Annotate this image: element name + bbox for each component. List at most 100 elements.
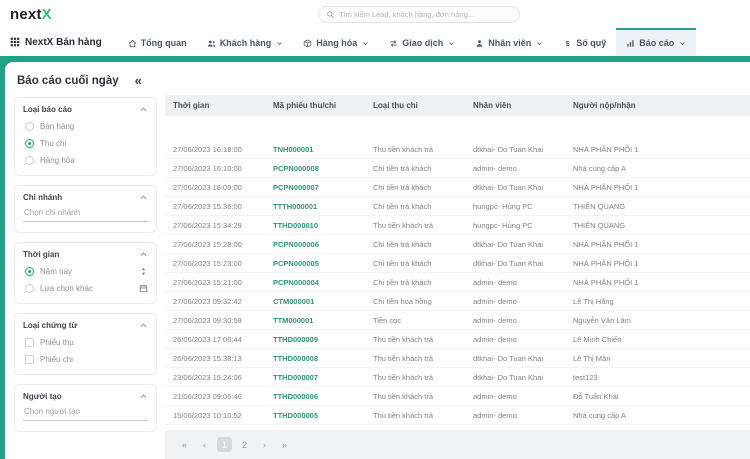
checkbox[interactable] (25, 338, 34, 347)
radio-button[interactable] (25, 122, 34, 131)
app-switcher[interactable]: NextX Bán hàng (10, 28, 102, 56)
table-row[interactable]: 26/06/2023 17:06:44TTHD000009Thu tiền kh… (165, 330, 750, 349)
nav-item-label: Giao dịch (402, 38, 443, 48)
voucher-code-link[interactable]: TTHD000006 (265, 392, 365, 401)
prev-page-button[interactable]: ‹ (197, 437, 212, 452)
radio-button[interactable] (25, 139, 34, 148)
chevron-down-icon (448, 40, 455, 47)
table-row[interactable]: 27/06/2023 09:32:42CTM000001Chi tiền hoa… (165, 292, 750, 311)
table-row[interactable]: 27/06/2023 15:36:00TTTH000001Chi tiền tr… (165, 197, 750, 216)
exchange-icon (389, 39, 398, 48)
table-cell: Đỗ Tuấn Khải (565, 392, 750, 401)
filter-option-loai-bao-cao-2[interactable]: Hàng hóa (25, 156, 148, 165)
filter-card-title: Chi nhánh (23, 193, 62, 202)
table-cell: Nhà cung cấp A (565, 411, 750, 420)
sidebar-header: Báo cáo cuối ngày « (14, 71, 157, 97)
chevron-down-icon (679, 40, 686, 47)
voucher-code-link[interactable]: TTHD000008 (265, 354, 365, 363)
page-button-2[interactable]: 2 (237, 437, 252, 452)
table-row[interactable]: 26/06/2023 15:38:13TTHD000008Thu tiền kh… (165, 349, 750, 368)
filter-sidebar: Báo cáo cuối ngày « Loại báo cáoBán hàng… (5, 62, 165, 459)
column-header-3: Nhân viên (465, 101, 565, 110)
voucher-code-link[interactable]: TTHD000009 (265, 335, 365, 344)
filter-option-loai-chung-tu-1[interactable]: Phiếu chi (25, 355, 148, 364)
table-row[interactable]: 27/06/2023 15:23:00PCPN000005Chi tiền tr… (165, 254, 750, 273)
column-header-0: Thời gian (165, 101, 265, 110)
option-icon-wrap (139, 284, 148, 293)
caret-up-icon[interactable] (139, 105, 148, 114)
voucher-code-link[interactable]: TTHD000010 (265, 221, 365, 230)
checkbox[interactable] (25, 355, 34, 364)
filter-option-thoi-gian-0[interactable]: Năm nay (25, 267, 148, 276)
radio-button[interactable] (25, 267, 34, 276)
page-title: Báo cáo cuối ngày (17, 75, 119, 87)
filter-card-nguoi-tao: Người tạo (14, 384, 157, 432)
table-cell: Nhà cung cấp A (565, 164, 750, 173)
branch-select-input[interactable] (23, 202, 148, 222)
table-cell: 27/06/2023 16:10:00 (165, 164, 265, 173)
column-header-2: Loại thu chi (365, 101, 465, 110)
table-row[interactable]: 27/06/2023 16:10:00PCPN000008Chi tiền tr… (165, 159, 750, 178)
caret-up-icon[interactable] (139, 392, 148, 401)
voucher-code-link[interactable]: PCPN000007 (265, 183, 365, 192)
voucher-code-link[interactable]: TTHD000005 (265, 411, 365, 420)
table-cell: 15/06/2023 10:10:52 (165, 411, 265, 420)
table-cell: THIÊN QUANG (565, 221, 750, 230)
table-row[interactable]: 27/06/2023 15:21:00PCPN000004Chi tiền tr… (165, 273, 750, 292)
caret-up-icon[interactable] (139, 193, 148, 202)
voucher-code-link[interactable]: TTTH000001 (265, 202, 365, 211)
table-row[interactable]: 15/06/2023 10:10:52TTHD000005Thu tiền kh… (165, 406, 750, 425)
table-row[interactable]: 27/06/2023 16:18:00TNH000001Thu tiền khá… (165, 140, 750, 159)
voucher-code-link[interactable]: PCPN000005 (265, 259, 365, 268)
grid-icon (10, 37, 20, 47)
sort-icon[interactable] (139, 267, 148, 276)
caret-up-icon[interactable] (139, 321, 148, 330)
calendar-icon[interactable] (139, 284, 148, 293)
nav-item-giao-dich[interactable]: Giao dịch (379, 28, 465, 56)
table-row[interactable]: 21/06/2023 09:06:46TTHD000006Thu tiền kh… (165, 387, 750, 406)
table-row[interactable]: 27/06/2023 15:28:00PCPN000006Chi tiền tr… (165, 235, 750, 254)
next-page-button[interactable]: › (257, 437, 272, 452)
nav-menu: Tổng quan Khách hàng Hàng hóa Giao dịch Nhân… (118, 28, 697, 56)
last-page-button[interactable]: » (277, 437, 292, 452)
table-cell: admin- demo (465, 392, 565, 401)
nav-item-nhan-vien[interactable]: Nhân viên (465, 28, 553, 56)
voucher-code-link[interactable]: PCPN000006 (265, 240, 365, 249)
nav-item-bao-cao[interactable]: Báo cáo (616, 28, 696, 56)
nav-item-label: Hàng hóa (316, 38, 357, 48)
global-search[interactable] (318, 6, 520, 23)
nav-item-label: Khách hàng (220, 38, 272, 48)
page-button-1[interactable]: 1 (217, 437, 232, 452)
table-row[interactable]: 27/06/2023 15:34:29TTHD000010Thu tiền kh… (165, 216, 750, 235)
table-row[interactable]: 27/06/2023 16:09:00PCPN000007Chi tiền tr… (165, 178, 750, 197)
nav-item-khach-hang[interactable]: Khách hàng (197, 28, 294, 56)
table-row[interactable]: 27/06/2023 09:30:58TTM000001Tiền cọcadmi… (165, 311, 750, 330)
voucher-code-link[interactable]: PCPN000008 (265, 164, 365, 173)
pagination: « ‹ 12 › » (165, 430, 750, 459)
creator-select-input[interactable] (23, 401, 148, 421)
radio-button[interactable] (25, 284, 34, 293)
search-input[interactable] (339, 10, 512, 19)
nav-item-hang-hoa[interactable]: Hàng hóa (293, 28, 379, 56)
voucher-code-link[interactable]: TNH000001 (265, 145, 365, 154)
nav-item-tong-quan[interactable]: Tổng quan (118, 28, 197, 56)
table-cell: 27/06/2023 16:18:00 (165, 145, 265, 154)
filter-option-loai-bao-cao-0[interactable]: Bán hàng (25, 122, 148, 131)
voucher-code-link[interactable]: TTHD000007 (265, 373, 365, 382)
voucher-code-link[interactable]: CTM000001 (265, 297, 365, 306)
first-page-button[interactable]: « (177, 437, 192, 452)
collapse-sidebar-button[interactable]: « (135, 73, 142, 88)
voucher-code-link[interactable]: TTM000001 (265, 316, 365, 325)
voucher-code-link[interactable]: PCPN000004 (265, 278, 365, 287)
brand-logo[interactable]: nextX (10, 6, 52, 23)
filter-option-loai-bao-cao-1[interactable]: Thu chi (25, 139, 148, 148)
table-cell: dtkhai- Do Tuan Khai (465, 373, 565, 382)
nav-item-so-quy[interactable]: $Số quỹ (553, 28, 616, 56)
radio-button[interactable] (25, 156, 34, 165)
table-cell: Lê Minh Chiến (565, 335, 750, 344)
table-cell: Thu tiền khách trả (365, 354, 465, 363)
filter-option-thoi-gian-1[interactable]: Lựa chọn khác (25, 284, 148, 293)
table-row[interactable]: 23/06/2023 15:24:06TTHD000007Thu tiền kh… (165, 368, 750, 387)
filter-option-loai-chung-tu-0[interactable]: Phiếu thu (25, 338, 148, 347)
caret-up-icon[interactable] (139, 250, 148, 259)
